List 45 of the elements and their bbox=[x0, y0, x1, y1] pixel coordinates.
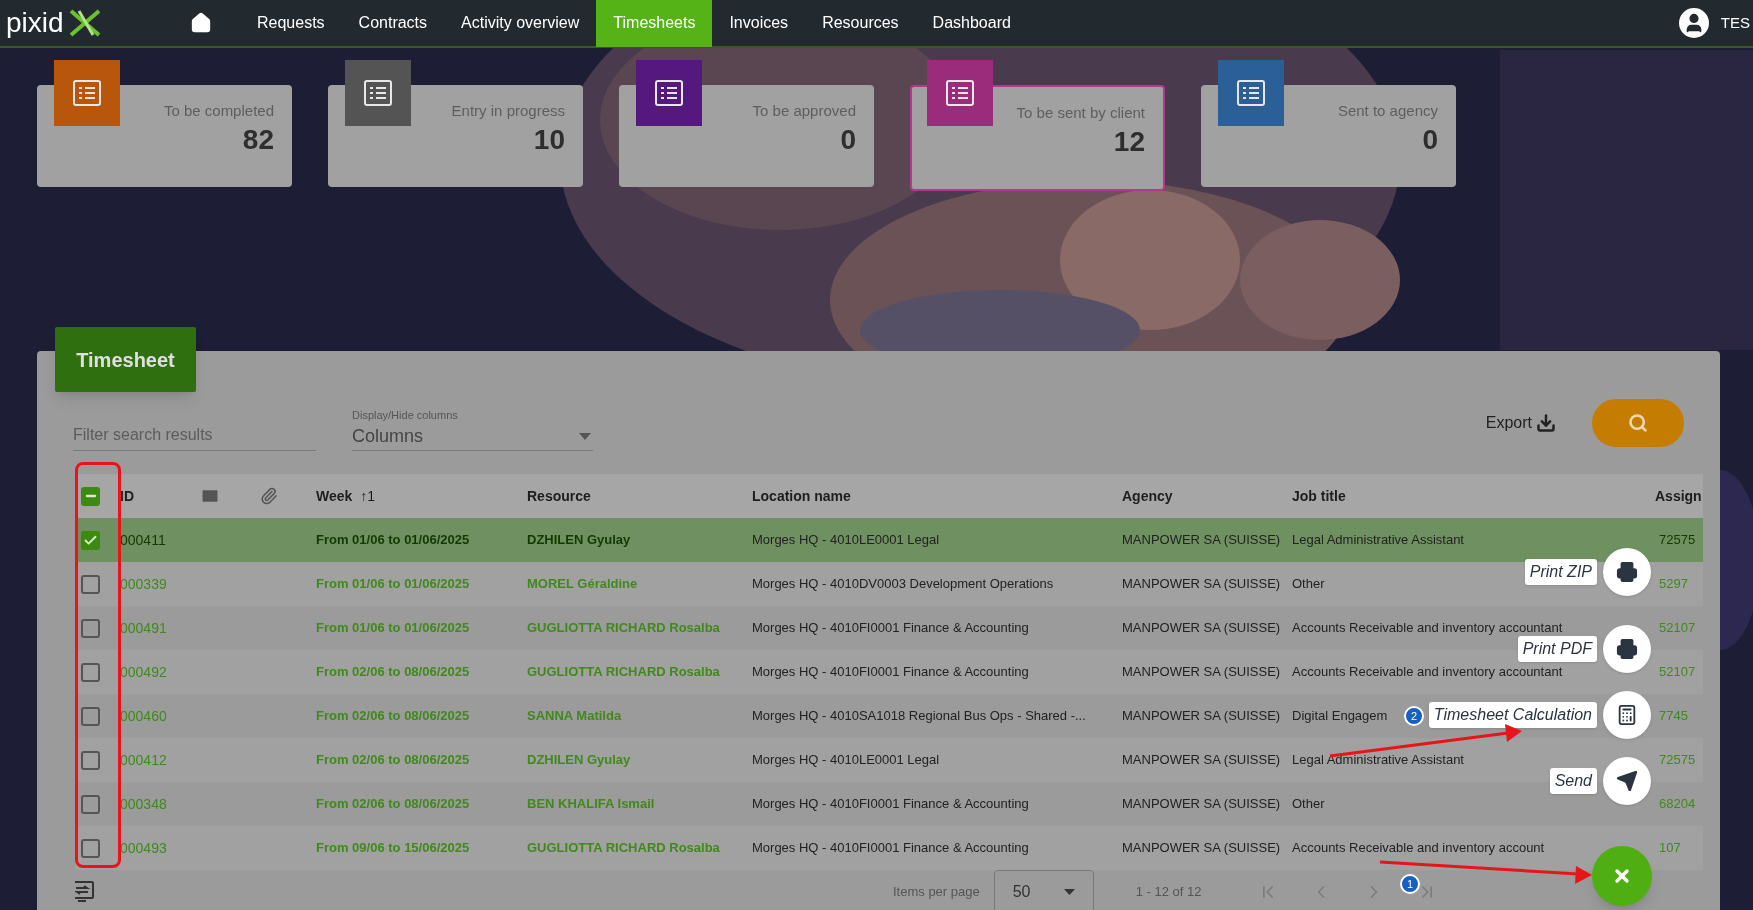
card-title: To be sent by client bbox=[1015, 103, 1145, 123]
card-title: Entry in progress bbox=[450, 101, 565, 121]
location-cell-text: Morges HQ - 4010DV0003 Development Operations bbox=[752, 575, 1054, 594]
agency-cell-text: MANPOWER SA (SUISSE) bbox=[1122, 751, 1281, 770]
select-value: Columns bbox=[352, 424, 424, 448]
location-cell-text: Morges HQ - 4010SA1018 Regional Bus Ops - Shared -... bbox=[752, 707, 1086, 726]
logo-text: pixid bbox=[6, 9, 64, 37]
action-tooltip: Print ZIP bbox=[1524, 559, 1597, 585]
location-cell-text: Morges HQ - 4010FI0001 Finance & Accounting bbox=[752, 795, 1029, 814]
job-title-cell-text: Digital Engagem bbox=[1292, 707, 1388, 726]
card-count: 0 bbox=[840, 123, 856, 157]
agency-cell-text: MANPOWER SA (SUISSE) bbox=[1122, 575, 1281, 594]
job-title-cell-text: Accounts Receivable and inventory account bbox=[1292, 839, 1545, 858]
job-title-cell-text: Other bbox=[1292, 795, 1325, 814]
job-title-cell-text: Legal Administrative Assistant bbox=[1292, 751, 1464, 770]
agency-cell-text: MANPOWER SA (SUISSE) bbox=[1122, 663, 1281, 682]
agency-cell-text: MANPOWER SA (SUISSE) bbox=[1122, 839, 1281, 858]
location-cell-text: Morges HQ - 4010FI0001 Finance & Accounting bbox=[752, 619, 1029, 638]
agency-cell-text: MANPOWER SA (SUISSE) bbox=[1122, 619, 1281, 638]
agency-cell-text: MANPOWER SA (SUISSE) bbox=[1122, 531, 1281, 550]
action-tooltip: Send bbox=[1549, 768, 1597, 794]
card-title: Sent to agency bbox=[1336, 101, 1438, 121]
select-label: Display/Hide columns bbox=[352, 408, 459, 422]
location-cell-text: Morges HQ - 4010LE0001 Legal bbox=[752, 531, 940, 550]
card-count: 10 bbox=[533, 123, 565, 157]
action-tooltip: Print PDF bbox=[1517, 636, 1597, 662]
job-title-cell-text: Accounts Receivable and inventory accountant bbox=[1292, 663, 1563, 682]
page-range: 1 - 12 of 12 bbox=[1135, 883, 1202, 902]
location-cell-text: Morges HQ - 4010LE0001 Legal bbox=[752, 751, 940, 770]
card-count: 12 bbox=[1113, 125, 1145, 159]
action-tooltip: Timesheet Calculation bbox=[1428, 702, 1597, 728]
card-count: 0 bbox=[1422, 123, 1438, 157]
agency-cell-text: MANPOWER SA (SUISSE) bbox=[1122, 795, 1281, 814]
location-cell-text: Morges HQ - 4010FI0001 Finance & Accounting bbox=[752, 663, 1029, 682]
agency-cell-text: MANPOWER SA (SUISSE) bbox=[1122, 707, 1281, 726]
items-per-page-label: Items per page bbox=[893, 883, 980, 902]
card-title: To be approved bbox=[751, 101, 856, 121]
page-size-value: 50 bbox=[1012, 882, 1031, 902]
panel-title: Timesheet bbox=[55, 327, 196, 392]
job-title-cell-text: Other bbox=[1292, 575, 1325, 594]
job-title-cell-text: Legal Administrative Assistant bbox=[1292, 531, 1464, 550]
card-count: 82 bbox=[242, 123, 274, 157]
job-title-cell-text: Accounts Receivable and inventory accountant bbox=[1292, 619, 1563, 638]
card-title: To be completed bbox=[162, 101, 274, 121]
location-cell-text: Morges HQ - 4010FI0001 Finance & Accounting bbox=[752, 839, 1029, 858]
